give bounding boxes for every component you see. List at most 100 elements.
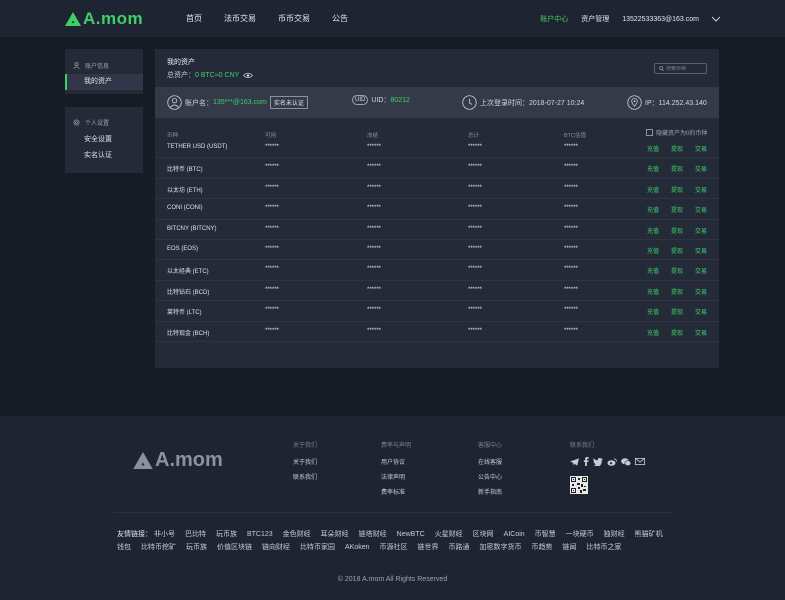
friend-link[interactable]: 币路通 — [449, 544, 470, 551]
sidebar-item-security[interactable]: 安全设置 — [65, 132, 143, 148]
nav-fiat-trade[interactable]: 法币交易 — [224, 13, 256, 24]
footer-link[interactable]: 用户协议 — [381, 457, 411, 466]
sidebar-item-my-assets[interactable]: 我的资产 — [65, 74, 143, 90]
deposit-link[interactable]: 充值 — [647, 164, 659, 173]
withdraw-link[interactable]: 提现 — [671, 328, 683, 337]
withdraw-link[interactable]: 提现 — [671, 164, 683, 173]
logo[interactable]: A.mom — [65, 9, 143, 29]
deposit-link[interactable]: 充值 — [647, 226, 659, 235]
chevron-down-icon[interactable] — [711, 15, 721, 23]
footer-link[interactable]: 新手指南 — [478, 487, 502, 496]
trade-link[interactable]: 交易 — [695, 164, 707, 173]
footer-link[interactable]: 联系我们 — [293, 472, 317, 481]
friend-link[interactable]: AKoken — [345, 544, 370, 551]
telegram-icon[interactable] — [570, 457, 579, 466]
friend-link[interactable]: 玩币族 — [186, 544, 207, 551]
footer: A.mom 关于我们 关于我们 联系我们 费率与声明 用户协议 法律声明 费率标… — [0, 416, 785, 600]
table-row: 比特币 (BTC) ****** ****** ****** ****** 充值 提现 交易 — [155, 158, 719, 179]
withdraw-link[interactable]: 提现 — [671, 307, 683, 316]
trade-link[interactable]: 交易 — [695, 185, 707, 194]
friend-link[interactable]: 非小号 — [154, 531, 175, 538]
friend-link[interactable]: 比特币家园 — [300, 544, 335, 551]
withdraw-link[interactable]: 提现 — [671, 266, 683, 275]
cell-frozen: ****** — [367, 205, 382, 212]
deposit-link[interactable]: 充值 — [647, 185, 659, 194]
footer-link[interactable]: 法律声明 — [381, 472, 411, 481]
trade-link[interactable]: 交易 — [695, 226, 707, 235]
friend-link[interactable]: 币源社区 — [380, 544, 408, 551]
friend-link[interactable]: 币趋势 — [532, 544, 553, 551]
friend-link[interactable]: 玩币族 — [216, 531, 237, 538]
friend-link[interactable]: 比特币挖矿 — [141, 544, 176, 551]
uid-label: UID： — [371, 97, 391, 104]
footer-link[interactable]: 关于我们 — [293, 457, 317, 466]
deposit-link[interactable]: 充值 — [647, 328, 659, 337]
coin-search[interactable] — [654, 63, 707, 74]
trade-link[interactable]: 交易 — [695, 266, 707, 275]
nav-asset-management[interactable]: 资产管理 — [581, 14, 609, 24]
footer-link[interactable]: 公告中心 — [478, 472, 502, 481]
withdraw-link[interactable]: 提现 — [671, 205, 683, 214]
friend-link[interactable]: 耳朵财经 — [321, 531, 349, 538]
trade-link[interactable]: 交易 — [695, 287, 707, 296]
wechat-icon[interactable] — [621, 457, 631, 466]
weibo-icon[interactable] — [607, 458, 617, 466]
trade-link[interactable]: 交易 — [695, 144, 707, 153]
sidebar-item-verification[interactable]: 实名认证 — [65, 148, 143, 164]
friend-link[interactable]: BTC123 — [247, 531, 273, 538]
deposit-link[interactable]: 充值 — [647, 205, 659, 214]
friend-link[interactable]: 比特币之家 — [587, 544, 622, 551]
deposit-link[interactable]: 充值 — [647, 144, 659, 153]
nav-home[interactable]: 首页 — [186, 13, 202, 24]
cell-coin: 比特现金 (BCH) — [167, 330, 210, 337]
trade-link[interactable]: 交易 — [695, 205, 707, 214]
deposit-link[interactable]: 充值 — [647, 266, 659, 275]
nav-user-center[interactable]: 账户中心 — [540, 14, 568, 24]
friend-link[interactable]: 火星财经 — [435, 531, 463, 538]
friend-link[interactable]: 链闻 — [563, 544, 577, 551]
search-input[interactable] — [666, 65, 706, 72]
withdraw-link[interactable]: 提现 — [671, 226, 683, 235]
mail-icon[interactable] — [635, 458, 645, 465]
trade-link[interactable]: 交易 — [695, 328, 707, 337]
friend-link[interactable]: 加密数字货币 — [480, 544, 522, 551]
friend-link[interactable]: 一块硬币 — [566, 531, 594, 538]
withdraw-link[interactable]: 提现 — [671, 246, 683, 255]
withdraw-link[interactable]: 提现 — [671, 144, 683, 153]
clock-icon — [462, 95, 477, 110]
friend-link[interactable]: 钱包 — [117, 544, 131, 551]
friend-link[interactable]: 熊猫矿机 — [635, 531, 663, 538]
location-pin-icon — [627, 95, 642, 110]
friend-link[interactable]: 链向财经 — [262, 544, 290, 551]
logo-mark-icon — [65, 12, 81, 26]
footer-link[interactable]: 费率标准 — [381, 487, 411, 496]
deposit-link[interactable]: 充值 — [647, 246, 659, 255]
footer-logo[interactable]: A.mom — [133, 449, 223, 472]
friend-link[interactable]: NewBTC — [397, 531, 425, 538]
facebook-icon[interactable] — [583, 457, 589, 466]
verify-status-button[interactable]: 实名未认证 — [269, 96, 308, 109]
deposit-link[interactable]: 充值 — [647, 287, 659, 296]
nav-announcement[interactable]: 公告 — [332, 13, 348, 24]
withdraw-link[interactable]: 提现 — [671, 287, 683, 296]
user-email[interactable]: 13522533363@163.com — [622, 16, 699, 23]
friend-link[interactable]: 区块网 — [473, 531, 494, 538]
cell-total: ****** — [468, 327, 483, 334]
friend-link[interactable]: 金色财经 — [283, 531, 311, 538]
footer-link[interactable]: 在线客服 — [478, 457, 502, 466]
twitter-icon[interactable] — [593, 457, 603, 466]
friend-link[interactable]: 巴比特 — [185, 531, 206, 538]
withdraw-link[interactable]: 提现 — [671, 185, 683, 194]
friend-link[interactable]: 独财经 — [604, 531, 625, 538]
friend-link[interactable]: AICoin — [504, 531, 525, 538]
cell-coin: CONI (CONI) — [167, 205, 203, 212]
friend-link[interactable]: 链塔财经 — [359, 531, 387, 538]
deposit-link[interactable]: 充值 — [647, 307, 659, 316]
trade-link[interactable]: 交易 — [695, 246, 707, 255]
friend-link[interactable]: 价值区块链 — [217, 544, 252, 551]
friend-link[interactable]: 币智慧 — [535, 531, 556, 538]
nav-coin-trade[interactable]: 币币交易 — [278, 13, 310, 24]
eye-icon[interactable] — [243, 72, 254, 79]
friend-link[interactable]: 链世界 — [418, 544, 439, 551]
trade-link[interactable]: 交易 — [695, 307, 707, 316]
